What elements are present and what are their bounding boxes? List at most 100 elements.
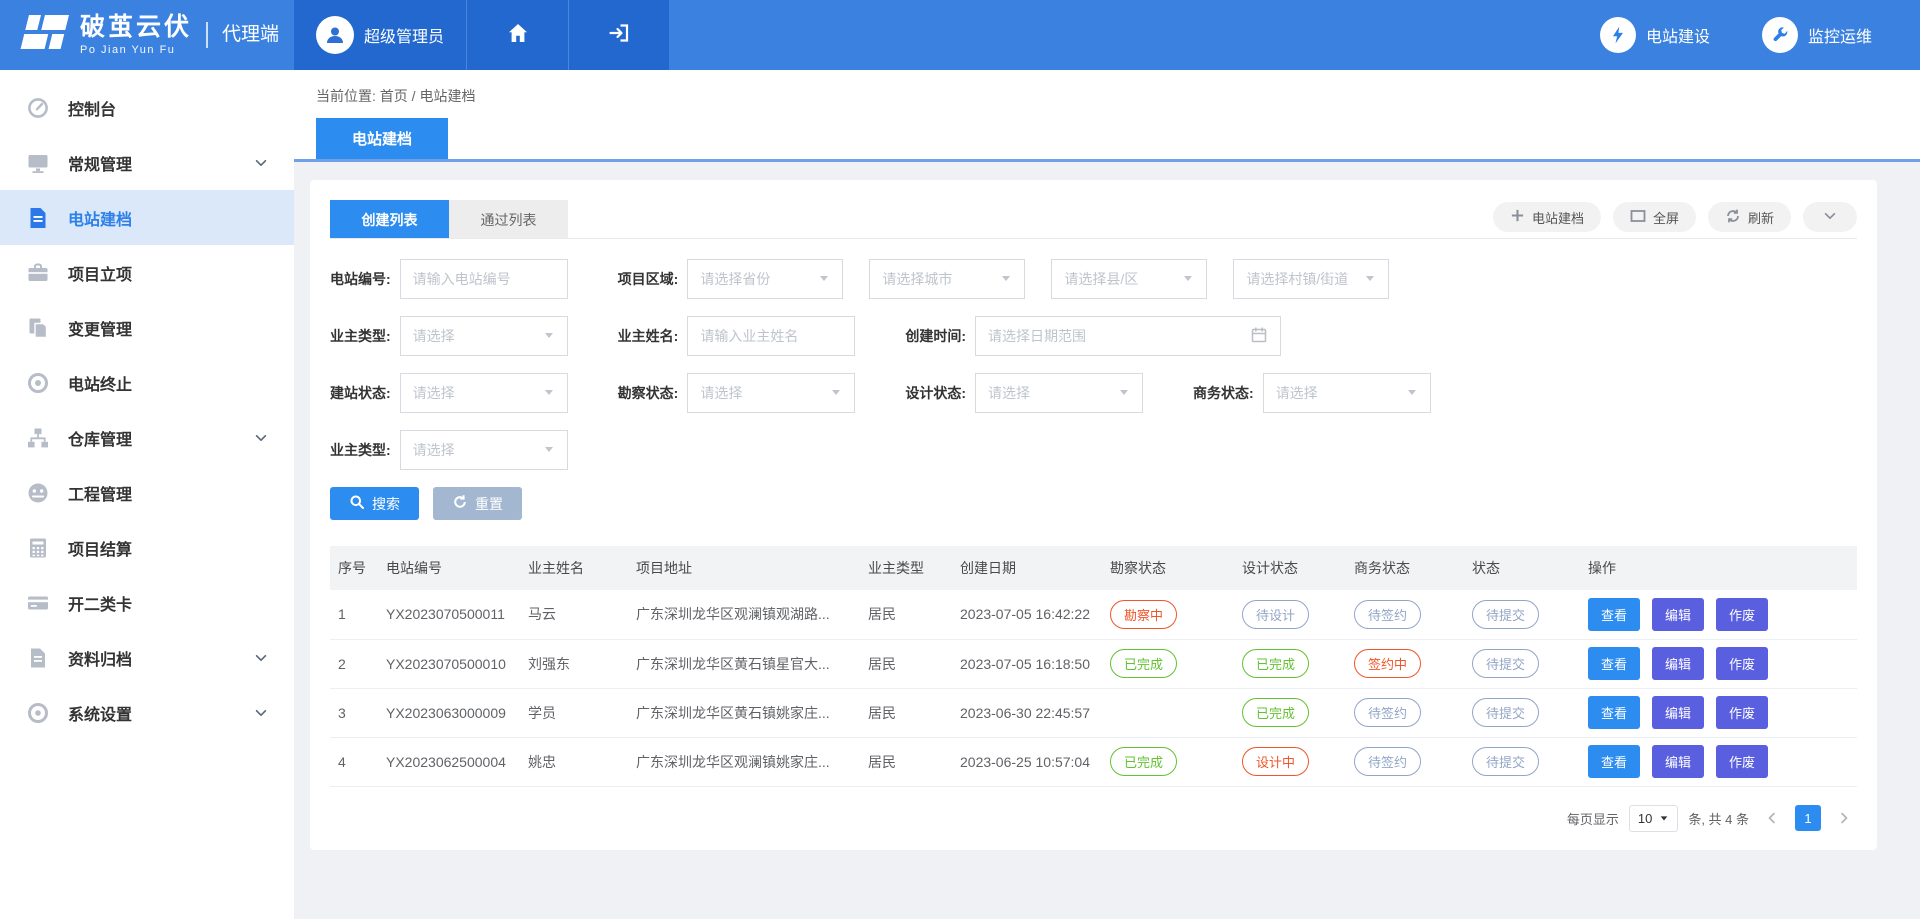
- chevron-icon: [1823, 209, 1837, 226]
- fullscreen-button[interactable]: 全屏: [1613, 202, 1696, 232]
- design-status-select[interactable]: 请选择: [975, 373, 1143, 413]
- filter-label: 创建时间:: [905, 326, 966, 346]
- status-badge: 待设计: [1242, 600, 1309, 629]
- status-badge: 已完成: [1110, 747, 1177, 776]
- owner-type-select-2[interactable]: 请选择: [400, 430, 568, 470]
- survey-status-select[interactable]: 请选择: [687, 373, 855, 413]
- edit-button[interactable]: 编辑: [1652, 647, 1704, 680]
- status-badge: 待提交: [1472, 649, 1539, 678]
- edit-button[interactable]: 编辑: [1652, 598, 1704, 631]
- void-button[interactable]: 作废: [1716, 745, 1768, 778]
- sidebar-item-gauge[interactable]: 控制台: [0, 80, 294, 135]
- code-cell: YX2023070500011: [378, 590, 520, 639]
- status-badge: 待提交: [1472, 747, 1539, 776]
- village-select[interactable]: 请选择村镇/街道: [1233, 259, 1389, 299]
- business-status-select[interactable]: 请选择: [1263, 373, 1431, 413]
- sidebar-item-sitemap[interactable]: 仓库管理: [0, 410, 294, 465]
- sidebar-item-briefcase[interactable]: 项目立项: [0, 245, 294, 300]
- void-button[interactable]: 作废: [1716, 598, 1768, 631]
- sidebar-item-archive[interactable]: 资料归档: [0, 630, 294, 685]
- view-button[interactable]: 查看: [1588, 598, 1640, 631]
- content-card: 创建列表通过列表 电站建档全屏刷新 电站编号:项目区域:请选择省份请选择城市请选…: [310, 180, 1877, 850]
- create-time-range-input[interactable]: [988, 328, 1250, 344]
- logo-text: 破茧云伏 Po Jian Yun Fu: [80, 14, 192, 56]
- sidebar-item-monitor[interactable]: 常规管理: [0, 135, 294, 190]
- edit-button[interactable]: 编辑: [1652, 745, 1704, 778]
- tab-passed-list[interactable]: 通过列表: [449, 200, 568, 238]
- sidebar-item-document[interactable]: 电站建档: [0, 190, 294, 245]
- build-status-select[interactable]: 请选择: [400, 373, 568, 413]
- portal-label: 代理端: [206, 22, 279, 48]
- chevron-down-icon: [254, 706, 268, 720]
- caret-down-icon: [543, 328, 555, 344]
- sidebar-item-dashboard[interactable]: 工程管理: [0, 465, 294, 520]
- view-button[interactable]: 查看: [1588, 647, 1640, 680]
- total-count-label: 条, 共 4 条: [1688, 809, 1749, 828]
- sidebar-item-copy[interactable]: 变更管理: [0, 300, 294, 355]
- sidebar-item-card[interactable]: 开二类卡: [0, 575, 294, 630]
- survey-status-cell: 已完成: [1102, 639, 1234, 688]
- county-select-placeholder: 请选择县/区: [1064, 269, 1138, 289]
- business-status-cell: 待签约: [1346, 688, 1464, 737]
- logout-button[interactable]: [568, 0, 669, 70]
- survey-status-cell: [1102, 688, 1234, 737]
- caret-down-icon: [1182, 271, 1194, 287]
- county-select[interactable]: 请选择县/区: [1051, 259, 1207, 299]
- next-page-button[interactable]: [1831, 805, 1857, 831]
- user-menu[interactable]: 超级管理员: [294, 0, 466, 70]
- search-button[interactable]: 搜索: [330, 487, 419, 520]
- nav-station-build[interactable]: 电站建设: [1600, 17, 1710, 53]
- column-header-5: 业主类型: [860, 546, 952, 590]
- nav-monitor-ops[interactable]: 监控运维: [1762, 17, 1872, 53]
- column-header-4: 项目地址: [628, 546, 860, 590]
- logo[interactable]: 破茧云伏 Po Jian Yun Fu 代理端: [0, 0, 294, 70]
- owner-type-select-placeholder: 请选择: [413, 326, 455, 346]
- view-button[interactable]: 查看: [1588, 696, 1640, 729]
- address-cell: 广东深圳龙华区观澜镇姚家庄...: [628, 737, 860, 786]
- refresh-button[interactable]: 刷新: [1708, 202, 1791, 232]
- home-button[interactable]: [466, 0, 568, 70]
- void-button[interactable]: 作废: [1716, 696, 1768, 729]
- village-select-placeholder: 请选择村镇/街道: [1246, 269, 1348, 289]
- edit-button[interactable]: 编辑: [1652, 696, 1704, 729]
- reset-button-label: 重置: [475, 494, 503, 514]
- filter-label: 业主类型:: [330, 440, 391, 460]
- sidebar-item-target[interactable]: 电站终止: [0, 355, 294, 410]
- sidebar-item-settings[interactable]: 系统设置: [0, 685, 294, 740]
- filter-row-3: 建站状态:请选择勘察状态:请选择设计状态:请选择商务状态:请选择: [330, 373, 1857, 413]
- page-tab[interactable]: 电站建档: [316, 118, 448, 159]
- province-select-group: 项目区域:请选择省份请选择城市请选择县/区请选择村镇/街道: [618, 259, 1390, 299]
- province-select[interactable]: 请选择省份: [687, 259, 843, 299]
- nav-monitor-ops-label: 监控运维: [1808, 23, 1872, 47]
- search-button-label: 搜索: [372, 494, 400, 514]
- per-page-select[interactable]: 10: [1629, 805, 1678, 832]
- type-cell: 居民: [860, 590, 952, 639]
- reset-button[interactable]: 重置: [433, 487, 522, 520]
- owner-name-input[interactable]: [687, 316, 855, 356]
- collapse-button[interactable]: [1803, 202, 1857, 232]
- sidebar-item-calculator[interactable]: 项目结算: [0, 520, 294, 575]
- station-code-input[interactable]: [400, 259, 568, 299]
- owner-type-select[interactable]: 请选择: [400, 316, 568, 356]
- sidebar-item-label: 开二类卡: [68, 591, 268, 615]
- page-number-button[interactable]: 1: [1795, 805, 1821, 831]
- void-button[interactable]: 作废: [1716, 647, 1768, 680]
- city-select[interactable]: 请选择城市: [869, 259, 1025, 299]
- station-table: 序号电站编号业主姓名项目地址业主类型创建日期勘察状态设计状态商务状态状态操作 1…: [330, 546, 1857, 787]
- create-station-button[interactable]: 电站建档: [1493, 202, 1601, 232]
- per-page-value: 10: [1638, 811, 1652, 826]
- actions-cell: 查看编辑作废: [1580, 737, 1857, 786]
- created-cell: 2023-06-25 10:57:04: [952, 737, 1102, 786]
- target-icon: [26, 371, 50, 395]
- tab-create-list[interactable]: 创建列表: [330, 200, 449, 238]
- breadcrumb-path[interactable]: 首页 / 电站建档: [380, 88, 476, 104]
- view-button[interactable]: 查看: [1588, 745, 1640, 778]
- owner-cell: 刘强东: [520, 639, 628, 688]
- prev-page-button[interactable]: [1759, 805, 1785, 831]
- calendar-icon: [1250, 326, 1268, 347]
- logo-title: 破茧云伏: [80, 14, 192, 42]
- actions-cell: 查看编辑作废: [1580, 639, 1857, 688]
- create-time-range[interactable]: [975, 316, 1281, 356]
- status-badge: 已完成: [1242, 649, 1309, 678]
- survey-status-cell: 勘察中: [1102, 590, 1234, 639]
